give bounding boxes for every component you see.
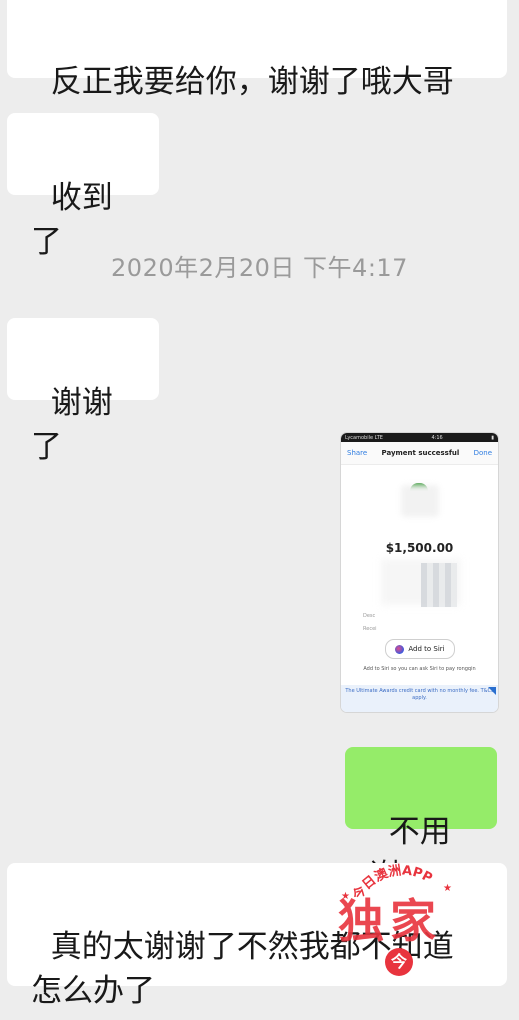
pixelated-area <box>421 563 457 607</box>
message-text: 谢谢了 <box>31 385 113 465</box>
blurred-area <box>401 485 439 517</box>
image-message-payment-screenshot[interactable]: Lycamobile LTE 4:16 ▮ Share Payment succ… <box>341 433 498 712</box>
siri-button-label: Add to Siri <box>408 645 445 653</box>
payment-nav-bar: Share Payment successful Done <box>341 442 498 465</box>
share-link: Share <box>347 449 368 457</box>
add-to-siri-button: Add to Siri <box>385 639 455 659</box>
message-text: 反正我要给你，谢谢了哦大哥 <box>50 64 454 100</box>
message-bubble-received[interactable]: 反正我要给你，谢谢了哦大哥 <box>7 0 507 100</box>
receiver-label: Recei <box>363 626 377 632</box>
svg-text:★: ★ <box>443 883 452 894</box>
phone-status-bar: Lycamobile LTE 4:16 ▮ <box>341 433 498 442</box>
description-label: Desc <box>363 613 376 619</box>
message-bubble-received[interactable]: 谢谢了 <box>7 318 159 465</box>
message-timestamp: 2020年2月20日 下午4:17 <box>111 254 408 282</box>
status-carrier: Lycamobile LTE <box>345 434 383 441</box>
message-bubble-received[interactable]: 收到了 <box>7 113 159 260</box>
watermark-badge: 今 <box>385 948 413 976</box>
watermark-stamp: 独家 <box>338 894 442 948</box>
promo-banner: The Ultimate Awards credit card with no … <box>341 685 498 712</box>
status-time: 4:16 <box>431 434 443 441</box>
corner-icon <box>488 687 496 695</box>
done-link: Done <box>473 449 492 457</box>
siri-icon <box>395 644 405 654</box>
siri-note: Add to Siri so you can ask Siri to pay r… <box>363 666 476 672</box>
message-bubble-sent[interactable]: 不用谢 <box>345 747 497 894</box>
battery-icon: ▮ <box>491 434 494 441</box>
payment-amount: $1,500.00 <box>385 541 454 555</box>
payment-title: Payment successful <box>381 449 460 457</box>
